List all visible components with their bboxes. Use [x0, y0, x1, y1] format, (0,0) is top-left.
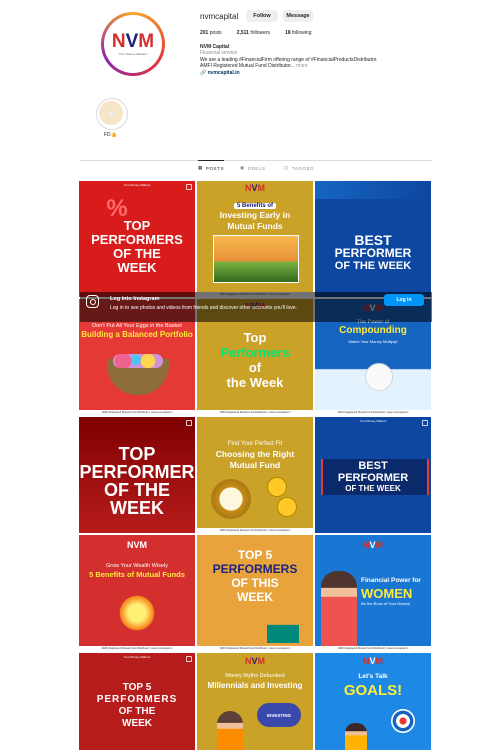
tab-reels[interactable]: ▣ REELS [240, 161, 266, 175]
nvm-logo: NVM [111, 31, 155, 52]
profile-bio: NVM Capital Financial service We are a l… [200, 44, 400, 76]
snowball-image [365, 363, 393, 391]
post-tile[interactable]: TOP PERFORMER OF THE WEEK [79, 417, 195, 533]
coin-icon [267, 477, 287, 497]
tab-tagged[interactable]: ◫ TAGGED [284, 161, 314, 175]
post-tile[interactable]: BEST PERFORMER OF THE WEEK [315, 181, 431, 297]
post-tile[interactable]: NVM Money Myths Debunked Millennials and… [197, 653, 313, 750]
post-tile[interactable]: Your Money Matters BEST PERFORMER OF THE… [315, 417, 431, 533]
nvm-logo: NVM [244, 183, 265, 193]
carousel-icon [422, 420, 428, 426]
growth-image [213, 235, 299, 283]
bio-line-2: AMFI Registered Mutual Fund Distributor.… [200, 63, 295, 70]
nvm-logo: NVM [362, 656, 383, 666]
link-icon: 🔗 [200, 69, 207, 76]
coin-icon [277, 497, 297, 517]
username: nvmcapital [200, 12, 239, 21]
post-tile[interactable]: NVM Financial Power for WOMEN Be the Bos… [315, 535, 431, 651]
post-tile[interactable]: TOP 5 PERFORMERS OF THIS WEEK AMFI Regis… [197, 535, 313, 651]
following-stat[interactable]: 18 following [285, 30, 311, 36]
post-tile[interactable]: Your Money Matters % TOP PERFORMERS OF T… [79, 181, 195, 297]
carousel-icon [186, 420, 192, 426]
carousel-icon [186, 184, 192, 190]
target-icon [391, 709, 415, 733]
grid-icon: ▦ [198, 165, 203, 170]
chart-bars-image [267, 607, 299, 643]
post-tile[interactable]: Your Money Matters TOP 5 PERFORMERS OF T… [79, 653, 195, 750]
post-tile[interactable]: NVM 5 Benefits of Investing Early in Mut… [197, 181, 313, 297]
post-tile[interactable]: Find Your Perfect Fit Choosing the Right… [197, 417, 313, 533]
login-button[interactable]: Log in [384, 294, 424, 306]
login-banner-title: Log into Instagram [110, 296, 160, 302]
compass-icon [211, 479, 251, 519]
person-illustration [217, 711, 243, 750]
followers-stat[interactable]: 2,511 followers [237, 30, 270, 36]
nvm-logo: NVM [126, 540, 147, 550]
carousel-icon [186, 656, 192, 662]
investing-bubble: INVESTING [257, 703, 301, 727]
tab-posts[interactable]: ▦ POSTS [198, 160, 225, 175]
message-button[interactable]: Message [283, 10, 313, 22]
woman-illustration [321, 571, 357, 646]
reels-icon: ▣ [240, 165, 245, 170]
follow-button[interactable]: Follow [246, 10, 278, 22]
emoji-icon: 👍 [110, 132, 117, 138]
highlight-cover[interactable]: 📄 [99, 101, 123, 125]
nvm-logo: NVM [244, 656, 265, 666]
person-illustration [345, 723, 367, 750]
bio-more-link[interactable]: more [296, 63, 307, 69]
login-banner-subtitle: Log in to see photos and videos from fri… [110, 305, 297, 311]
instagram-icon [86, 295, 99, 308]
profile-link[interactable]: 🔗 nvmcapital.in [200, 70, 400, 76]
nvm-logo: NVM [362, 540, 383, 550]
growth-illustration [117, 593, 157, 633]
tagged-icon: ◫ [284, 165, 289, 170]
logo-tagline: Your Money Matters [118, 52, 148, 56]
post-tile[interactable]: NVM Let's Talk GOALS! [315, 653, 431, 750]
post-tile[interactable]: NVM Grow Your Wealth Wisely 5 Benefits o… [79, 535, 195, 651]
posts-stat[interactable]: 201 posts [200, 30, 222, 36]
highlight-label[interactable]: FD👍 [104, 132, 117, 138]
avatar[interactable]: NVM Your Money Matters [104, 15, 162, 73]
profile-stats: 201 posts 2,511 followers 18 following [200, 30, 311, 36]
